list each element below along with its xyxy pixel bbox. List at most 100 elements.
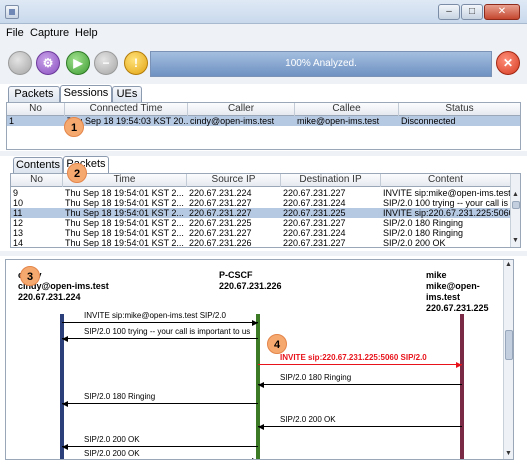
message-label[interactable]: SIP/2.0 200 OK (280, 415, 336, 424)
cell-caller: cindy@open-ims.test (190, 116, 275, 126)
stop-button[interactable] (8, 51, 32, 75)
cell-destination-ip: 220.67.231.224 (283, 198, 346, 208)
scroll-up-arrow-icon[interactable]: ▲ (504, 260, 513, 269)
maximize-button[interactable]: □ (461, 4, 483, 20)
clear-button[interactable]: ✕ (496, 51, 520, 75)
message-label[interactable]: SIP/2.0 180 Ringing (280, 373, 351, 382)
cell-content: INVITE sip:mike@open-ims.test SIP/... (383, 188, 510, 198)
menu-file[interactable]: File (6, 27, 24, 39)
message-arrow[interactable] (62, 446, 258, 447)
menu-help[interactable]: Help (75, 27, 98, 39)
table-row[interactable]: 10 Thu Sep 18 19:54:01 KST 2... 220.67.231… (11, 198, 510, 208)
menu-capture[interactable]: Capture (30, 27, 69, 39)
diagram-scrollbar[interactable]: ▲ ▼ (503, 260, 513, 459)
table-row[interactable]: 1 Thu Sep 18 19:54:03 KST 20... cindy@op… (7, 116, 520, 126)
message-label[interactable]: SIP/2.0 180 Ringing (84, 392, 155, 401)
column-header-source-ip[interactable]: Source IP (187, 174, 281, 187)
arrowhead-icon (252, 320, 258, 326)
message-arrow[interactable] (258, 364, 462, 365)
column-header-no[interactable]: No (7, 103, 65, 116)
cell-content: SIP/2.0 180 Ringing (383, 218, 464, 228)
message-arrow[interactable] (62, 338, 258, 339)
cell-source-ip: 220.67.231.227 (189, 208, 252, 218)
cell-content: SIP/2.0 200 OK (383, 238, 446, 248)
message-label[interactable]: SIP/2.0 200 OK (84, 435, 140, 444)
tab-ues[interactable]: UEs (112, 86, 142, 102)
scrollbar-thumb[interactable] (505, 330, 513, 360)
gear-icon: ⚙ (42, 56, 54, 70)
party-callee-ip: 220.67.231.225 (426, 303, 489, 313)
table-row[interactable]: 12 Thu Sep 18 19:54:01 KST 2... 220.67.231… (11, 218, 510, 228)
party-caller-ip: 220.67.231.224 (18, 292, 81, 302)
cell-destination-ip: 220.67.231.227 (283, 188, 346, 198)
tab-sessions[interactable]: Sessions (60, 85, 112, 102)
cell-source-ip: 220.67.231.224 (189, 188, 252, 198)
sequence-diagram: cindy cindy@open-ims.test 220.67.231.224… (5, 259, 514, 460)
column-header-no[interactable]: No (11, 174, 63, 187)
party-callee-uri: mike@open-ims.test (426, 281, 480, 302)
cell-time: Thu Sep 18 19:54:01 KST 2... (65, 208, 184, 218)
analysis-progress-bar: 100% Analyzed. (150, 51, 492, 77)
sessions-table-header: No Connected Time Caller Callee Status (7, 103, 520, 116)
cell-no: 12 (13, 218, 24, 228)
cell-no: 14 (13, 238, 24, 248)
message-label[interactable]: SIP/2.0 100 trying -- your call is impor… (84, 327, 250, 336)
message-arrow[interactable] (258, 384, 462, 385)
column-header-destination-ip[interactable]: Destination IP (281, 174, 381, 187)
pause-button[interactable]: − (94, 51, 118, 75)
warning-button[interactable]: ! (124, 51, 148, 75)
scroll-down-arrow-icon[interactable]: ▼ (504, 449, 513, 458)
cell-time: Thu Sep 18 19:54:01 KST 2... (65, 218, 184, 228)
table-row[interactable]: 14 Thu Sep 18 19:54:01 KST 2... 220.67.231… (11, 238, 510, 248)
column-header-content[interactable]: Content (381, 174, 510, 187)
party-proxy-ip: 220.67.231.226 (219, 281, 282, 291)
table-row[interactable]: 9 Thu Sep 18 19:54:01 KST 2... 220.67.231.… (11, 188, 510, 198)
close-window-button[interactable]: ✕ (484, 4, 520, 20)
table-row[interactable]: 11 Thu Sep 18 19:54:01 KST 2... 220.67.231… (11, 208, 510, 218)
scroll-up-arrow-icon[interactable]: ▲ (511, 190, 520, 199)
column-header-connected-time[interactable]: Connected Time (65, 103, 188, 116)
message-arrow[interactable] (258, 426, 462, 427)
app-icon (5, 5, 19, 19)
cell-no: 9 (13, 188, 19, 198)
packets-scrollbar[interactable]: ▲ ▼ (510, 174, 520, 247)
arrowhead-icon (258, 424, 264, 430)
column-header-callee[interactable]: Callee (295, 103, 399, 116)
horizontal-splitter-2[interactable] (0, 251, 527, 256)
cell-source-ip: 220.67.231.225 (189, 218, 252, 228)
arrowhead-icon (258, 382, 264, 388)
title-bar: – □ ✕ (0, 0, 527, 24)
party-callee: mike mike@open-ims.test 220.67.231.225 (426, 270, 513, 314)
cell-destination-ip: 220.67.231.227 (283, 238, 346, 248)
column-header-caller[interactable]: Caller (188, 103, 295, 116)
gray-circle-icon (9, 52, 31, 74)
cell-no: 13 (13, 228, 24, 238)
arrowhead-icon (456, 362, 462, 368)
cell-source-ip: 220.67.231.226 (189, 238, 252, 248)
annotation-badge-1: 1 (64, 117, 84, 137)
tab-packets[interactable]: Packets (8, 86, 60, 102)
cell-source-ip: 220.67.231.227 (189, 198, 252, 208)
scroll-down-arrow-icon[interactable]: ▼ (511, 236, 520, 245)
scrollbar-thumb[interactable] (512, 201, 520, 209)
settings-button[interactable]: ⚙ (36, 51, 60, 75)
annotation-badge-2: 2 (67, 163, 87, 183)
start-button[interactable]: ▶ (66, 51, 90, 75)
cell-content: SIP/2.0 180 Ringing (383, 228, 464, 238)
message-label[interactable]: SIP/2.0 200 OK (84, 449, 140, 458)
menu-bar: File Capture Help (0, 24, 527, 44)
annotation-badge-4: 4 (267, 334, 287, 354)
exclamation-icon: ! (134, 56, 138, 70)
message-arrow[interactable] (62, 403, 258, 404)
packets-table: No Time Source IP Destination IP Content… (10, 173, 521, 248)
tab-contents[interactable]: Contents (13, 157, 63, 173)
party-callee-name: mike (426, 270, 447, 280)
table-row[interactable]: 13 Thu Sep 18 19:54:01 KST 2... 220.67.231… (11, 228, 510, 238)
cell-callee: mike@open-ims.test (297, 116, 380, 126)
minus-icon: − (102, 56, 110, 70)
message-label[interactable]: INVITE sip:220.67.231.225:5060 SIP/2.0 (280, 353, 427, 362)
minimize-button[interactable]: – (438, 4, 460, 20)
column-header-status[interactable]: Status (399, 103, 520, 116)
message-label[interactable]: INVITE sip:mike@open-ims.test SIP/2.0 (84, 311, 226, 320)
message-arrow[interactable] (62, 322, 258, 323)
